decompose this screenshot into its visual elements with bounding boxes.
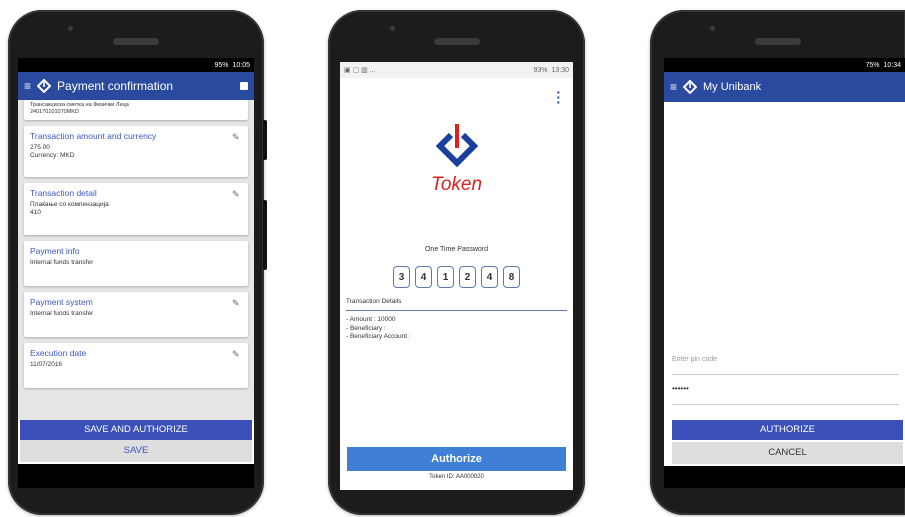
authorize-button[interactable]: AUTHORIZE	[672, 420, 903, 440]
card-title: Transaction amount and currency	[30, 131, 157, 141]
details-heading: Transaction Details	[346, 298, 402, 305]
card-line: 11/07/2016	[30, 361, 63, 368]
status-time: 10:34	[883, 61, 901, 69]
card-transaction-detail[interactable]: Transaction detail Плаќање со компензаци…	[24, 183, 248, 235]
speaker-grille	[433, 38, 480, 45]
partial-card-text: Трансакциска сметка на Физички Лица 2401…	[30, 102, 129, 115]
phone-2: ▣ ▢ ▥ ... 93% 13:30 · · · Token One Time P…	[328, 10, 585, 515]
pencil-icon[interactable]: ✎	[232, 132, 242, 142]
notification-icons: ▣ ▢ ▥ ...	[344, 67, 376, 74]
app-bar: ≡ Payment confirmation	[18, 72, 254, 100]
front-camera	[68, 26, 73, 31]
card-list: Трансакциска сметка на Физички Лица 2401…	[18, 100, 254, 420]
otp-boxes: 3 4 1 2 4 8	[340, 266, 573, 288]
overflow-menu-icon[interactable]: · · ·	[556, 85, 561, 109]
pencil-icon[interactable]: ✎	[232, 349, 242, 359]
nav-bar	[664, 466, 905, 488]
card-line: Internal funds transfer	[30, 310, 94, 317]
speaker-grille	[755, 38, 801, 45]
detail-line: - Beneficiary Account :	[346, 333, 411, 340]
otp-digit: 1	[437, 266, 454, 288]
status-battery: 75%	[865, 61, 880, 69]
save-icon[interactable]	[240, 82, 248, 90]
phone-2-screen: ▣ ▢ ▥ ... 93% 13:30 · · · Token One Time P…	[340, 62, 573, 490]
page-title: My Unibank	[703, 81, 762, 93]
token-id: Token ID: AA000020	[429, 474, 484, 480]
details-list: - Amount : 10000 - Beneficiary : - Benef…	[346, 316, 411, 342]
nav-bar	[18, 464, 254, 488]
save-button[interactable]: SAVE	[20, 440, 252, 462]
phone-1-screen: 95% 10:05 ≡ Payment confirmation Трансак…	[18, 58, 254, 488]
save-and-authorize-button[interactable]: SAVE AND AUTHORIZE	[20, 420, 252, 440]
front-camera	[710, 26, 715, 31]
detail-line: - Beneficiary :	[346, 324, 386, 332]
pencil-icon[interactable]: ✎	[232, 189, 242, 199]
status-bar: 95% 10:05	[18, 58, 254, 72]
details-divider	[346, 310, 567, 311]
pin-placeholder: Enter pin code	[672, 356, 718, 363]
card-line: Internal funds transfer	[30, 259, 94, 266]
phone-1: 95% 10:05 ≡ Payment confirmation Трансак…	[8, 10, 267, 515]
status-time: 13:30	[551, 66, 569, 74]
menu-icon[interactable]: ≡	[670, 80, 677, 94]
card-amount-currency[interactable]: Transaction amount and currency 275.00 C…	[24, 126, 248, 177]
unibank-logo-icon	[682, 79, 698, 95]
card-title: Payment info	[30, 246, 80, 256]
phone-3: 75% 10:34 ≡ My Unibank Enter pin code ••…	[650, 10, 905, 515]
authorize-button[interactable]: Authorize	[347, 447, 566, 471]
page-title: Payment confirmation	[57, 79, 174, 93]
cancel-button[interactable]: CANCEL	[672, 442, 903, 464]
status-time: 10:05	[232, 61, 250, 69]
otp-label: One Time Password	[424, 246, 489, 253]
status-battery: 93%	[533, 66, 548, 74]
front-camera	[390, 26, 395, 31]
power-button	[263, 120, 267, 160]
otp-digit: 2	[459, 266, 476, 288]
detail-line: - Amount : 10000	[346, 316, 396, 323]
card-line: Currency: MKD	[30, 152, 75, 159]
card-line: 410	[30, 209, 41, 216]
card-title: Payment system	[30, 297, 93, 307]
card-title: Execution date	[30, 348, 87, 358]
otp-digit: 3	[393, 266, 410, 288]
otp-digit: 8	[503, 266, 520, 288]
card-title: Transaction detail	[30, 188, 97, 198]
otp-digit: 4	[481, 266, 498, 288]
partial-card: Трансакциска сметка на Физички Лица 2401…	[24, 100, 248, 120]
phone-3-screen: 75% 10:34 ≡ My Unibank Enter pin code ••…	[664, 58, 905, 488]
brand-name: Token	[430, 174, 483, 195]
status-bar: ▣ ▢ ▥ ... 93% 13:30	[340, 62, 573, 78]
app-bar: ≡ My Unibank	[664, 72, 905, 102]
pin-input-underline	[672, 404, 899, 405]
card-payment-system[interactable]: Payment system Internal funds transfer ✎	[24, 292, 248, 337]
card-line: Плаќање со компензација	[30, 201, 109, 208]
pin-divider	[672, 374, 899, 375]
card-payment-info[interactable]: Payment info Internal funds transfer	[24, 241, 248, 286]
status-bar: 75% 10:34	[664, 58, 905, 72]
card-line: 275.00	[30, 144, 50, 151]
card-execution-date[interactable]: Execution date 11/07/2016 ✎	[24, 343, 248, 388]
unibank-logo-icon	[36, 78, 52, 94]
volume-button	[263, 200, 267, 270]
token-logo-icon	[434, 122, 480, 168]
speaker-grille	[113, 38, 159, 45]
pin-input[interactable]: ••••••	[672, 384, 899, 393]
status-battery: 95%	[214, 61, 229, 69]
otp-digit: 4	[415, 266, 432, 288]
pencil-icon[interactable]: ✎	[232, 298, 242, 308]
menu-icon[interactable]: ≡	[24, 79, 31, 93]
